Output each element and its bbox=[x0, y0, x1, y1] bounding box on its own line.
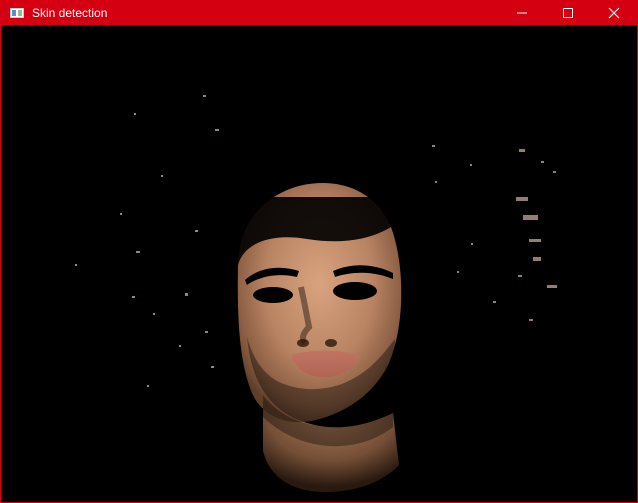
window-controls bbox=[499, 1, 637, 25]
minimize-button[interactable] bbox=[499, 1, 545, 25]
right-nostril bbox=[325, 339, 337, 347]
maximize-button[interactable] bbox=[545, 1, 591, 25]
window-title: Skin detection bbox=[32, 6, 108, 20]
skin-mask-image bbox=[1, 25, 637, 502]
title-bar[interactable]: Skin detection bbox=[1, 1, 637, 25]
left-nostril bbox=[297, 339, 309, 347]
close-icon bbox=[608, 7, 620, 19]
left-eye bbox=[253, 287, 293, 303]
app-window-icon bbox=[10, 8, 24, 18]
maximize-icon bbox=[563, 8, 573, 18]
minimize-icon bbox=[517, 12, 527, 14]
skin-detection-output bbox=[1, 25, 637, 502]
skin-detection-window: Skin detection bbox=[0, 0, 638, 503]
close-button[interactable] bbox=[591, 1, 637, 25]
right-eye bbox=[333, 282, 377, 300]
